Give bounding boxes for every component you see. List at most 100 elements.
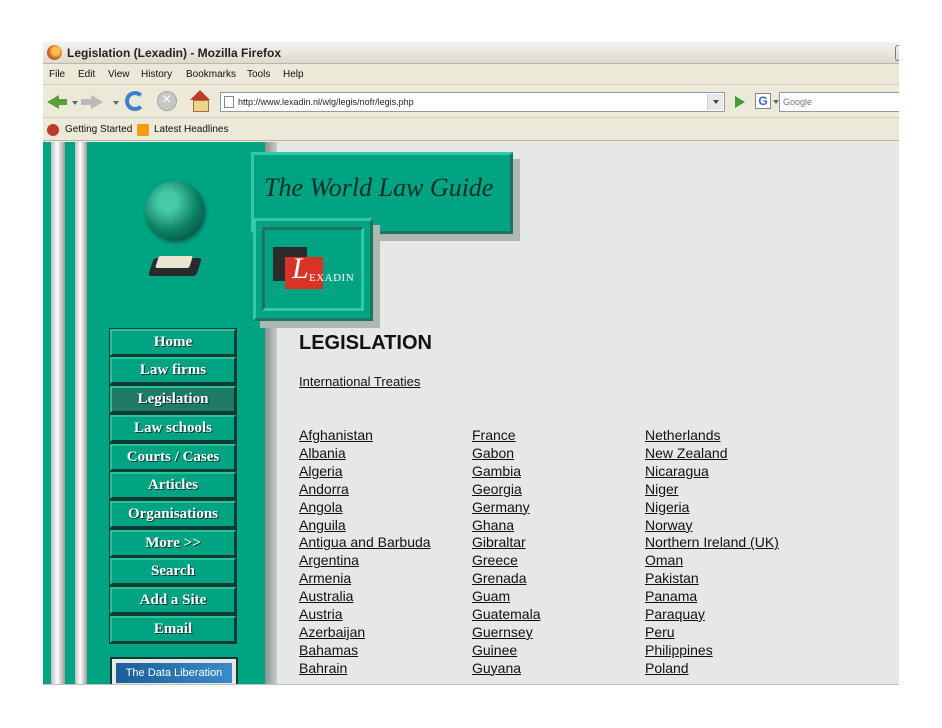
country-link[interactable]: Georgia xyxy=(472,481,522,497)
home-icon[interactable] xyxy=(189,90,211,112)
country-link[interactable]: Gibraltar xyxy=(472,534,526,550)
site-title: The World Law Guide xyxy=(264,173,494,202)
logo-frame: L EXADIN xyxy=(262,227,364,311)
back-icon[interactable] xyxy=(47,93,69,111)
country-link[interactable]: Bahamas xyxy=(299,642,358,658)
menu-file[interactable]: File xyxy=(49,69,65,80)
nav-legislation[interactable]: Legislation xyxy=(109,385,237,414)
window-bottom-edge xyxy=(43,684,899,685)
frame-stripe xyxy=(43,142,51,684)
country-link[interactable]: Albania xyxy=(299,445,346,461)
country-link[interactable]: Guatemala xyxy=(472,606,540,622)
country-link[interactable]: New Zealand xyxy=(645,445,728,461)
menu-bar: File Edit View History Bookmarks Tools H… xyxy=(43,65,899,85)
country-link[interactable]: Nicaragua xyxy=(645,463,709,479)
country-link[interactable]: Gambia xyxy=(472,463,521,479)
country-link[interactable]: Anguila xyxy=(299,517,346,533)
menu-help[interactable]: Help xyxy=(283,69,304,80)
menu-view[interactable]: View xyxy=(108,69,130,80)
window-control-icon[interactable] xyxy=(895,45,899,61)
page-content: The World Law Guide L EXADIN Home Law fi… xyxy=(43,142,899,684)
google-icon: G xyxy=(755,93,771,109)
country-link[interactable]: Germany xyxy=(472,499,530,515)
bookmarks-toolbar: Getting Started Latest Headlines xyxy=(43,119,899,141)
country-link[interactable]: Paraquay xyxy=(645,606,705,622)
nav-add-a-site[interactable]: Add a Site xyxy=(109,586,237,615)
url-history-dropdown-icon[interactable] xyxy=(707,94,723,110)
menu-edit[interactable]: Edit xyxy=(78,69,95,80)
country-link[interactable]: Panama xyxy=(645,588,697,604)
forward-dropdown-icon[interactable] xyxy=(113,101,119,105)
country-link[interactable]: Andorra xyxy=(299,481,349,497)
bookmark-latest-headlines[interactable]: Latest Headlines xyxy=(154,124,229,135)
frame-stripe xyxy=(65,142,75,684)
country-link[interactable]: Pakistan xyxy=(645,570,699,586)
title-bar: Legislation (Lexadin) - Mozilla Firefox xyxy=(43,42,899,64)
country-link[interactable]: Argentina xyxy=(299,552,359,568)
country-link[interactable]: Afghanistan xyxy=(299,427,373,443)
nav-law-firms[interactable]: Law firms xyxy=(109,356,237,385)
menu-tools[interactable]: Tools xyxy=(247,69,270,80)
search-bar[interactable] xyxy=(779,92,899,112)
stop-icon[interactable] xyxy=(157,91,177,111)
navigation-toolbar: G xyxy=(43,86,899,118)
country-link[interactable]: Gabon xyxy=(472,445,514,461)
country-link[interactable]: Guernsey xyxy=(472,624,533,640)
country-link[interactable]: Azerbaijan xyxy=(299,624,365,640)
country-link[interactable]: France xyxy=(472,427,516,443)
country-link[interactable]: Peru xyxy=(645,624,675,640)
country-link[interactable]: Norway xyxy=(645,517,692,533)
nav-email[interactable]: Email xyxy=(109,615,237,644)
country-link[interactable]: Nigeria xyxy=(645,499,689,515)
window-title: Legislation (Lexadin) - Mozilla Firefox xyxy=(67,46,282,60)
go-icon[interactable] xyxy=(731,94,747,110)
menu-bookmarks[interactable]: Bookmarks xyxy=(186,69,236,80)
frame-stripe xyxy=(87,142,98,684)
reload-icon[interactable] xyxy=(125,91,145,111)
bookmark-getting-started[interactable]: Getting Started xyxy=(65,124,132,135)
back-dropdown-icon[interactable] xyxy=(72,101,78,105)
country-link[interactable]: Philippines xyxy=(645,642,713,658)
forward-icon[interactable] xyxy=(81,93,103,111)
country-link[interactable]: Poland xyxy=(645,660,689,676)
country-link[interactable]: Greece xyxy=(472,552,518,568)
nav-organisations[interactable]: Organisations xyxy=(109,500,237,529)
country-link[interactable]: Angola xyxy=(299,499,343,515)
country-link[interactable]: Northern Ireland (UK) xyxy=(645,534,779,550)
country-link[interactable]: Australia xyxy=(299,588,353,604)
country-link[interactable]: Armenia xyxy=(299,570,351,586)
international-treaties-link[interactable]: International Treaties xyxy=(299,374,420,389)
country-link[interactable]: Netherlands xyxy=(645,427,721,443)
frame-stripe xyxy=(51,142,65,684)
search-input[interactable] xyxy=(783,95,893,109)
country-link[interactable]: Bahrain xyxy=(299,660,347,676)
search-engine-selector[interactable]: G xyxy=(755,92,779,112)
country-link[interactable]: Algeria xyxy=(299,463,343,479)
nav-home[interactable]: Home xyxy=(109,328,237,357)
browser-window: Legislation (Lexadin) - Mozilla Firefox … xyxy=(43,42,899,684)
page-title: LEGISLATION xyxy=(299,332,432,354)
country-link[interactable]: Grenada xyxy=(472,570,526,586)
nav-courts-cases[interactable]: Courts / Cases xyxy=(109,443,237,472)
logo-letter: L xyxy=(292,252,309,285)
nav-more[interactable]: More >> xyxy=(109,529,237,558)
frame-stripe xyxy=(75,142,87,684)
nav-articles[interactable]: Articles xyxy=(109,471,237,500)
country-link[interactable]: Guam xyxy=(472,588,510,604)
nav-search[interactable]: Search xyxy=(109,557,237,586)
country-link[interactable]: Ghana xyxy=(472,517,514,533)
country-link[interactable]: Niger xyxy=(645,481,678,497)
country-link[interactable]: Oman xyxy=(645,552,683,568)
url-input[interactable] xyxy=(238,95,708,109)
rss-feed-icon xyxy=(137,124,149,136)
country-link[interactable]: Guinee xyxy=(472,642,517,658)
book-icon xyxy=(149,252,201,282)
lexadin-logo[interactable]: L EXADIN xyxy=(253,218,373,321)
menu-history[interactable]: History xyxy=(141,69,172,80)
address-bar[interactable] xyxy=(220,92,725,112)
country-link[interactable]: Austria xyxy=(299,606,343,622)
country-link[interactable]: Guyana xyxy=(472,660,521,676)
data-liberation-banner[interactable]: The Data Liberation xyxy=(110,657,238,684)
country-link[interactable]: Antigua and Barbuda xyxy=(299,534,431,550)
nav-law-schools[interactable]: Law schools xyxy=(109,414,237,443)
